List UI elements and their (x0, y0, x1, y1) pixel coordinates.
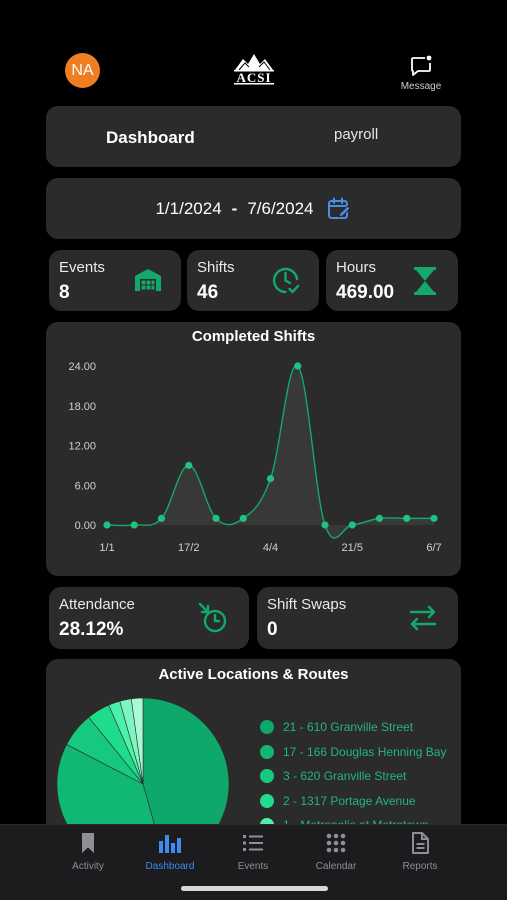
data-point[interactable] (294, 362, 302, 370)
y-tick-label: 24.00 (68, 361, 96, 373)
x-tick-label: 6/7 (426, 542, 441, 554)
stat-shift-swaps-value: 0 (267, 619, 278, 640)
message-label: Message (400, 81, 442, 92)
data-point[interactable] (239, 514, 247, 522)
date-range-picker[interactable]: 1/1/2024 - 7/6/2024 (46, 178, 461, 239)
stat-attendance[interactable]: Attendance 28.12% (49, 587, 249, 649)
tab-dashboard-nav[interactable]: Dashboard (128, 831, 212, 872)
avatar[interactable]: NA (65, 53, 100, 88)
legend-item[interactable]: 17 - 166 Douglas Henning Bay (260, 740, 446, 765)
completed-shifts-chart: Completed Shifts 0.00 6.00 12.00 18.00 24.00… (46, 322, 461, 576)
message-icon (411, 55, 432, 76)
warehouse-icon (135, 269, 161, 291)
stat-hours[interactable]: Hours 469.00 (326, 250, 458, 311)
stat-shift-swaps[interactable]: Shift Swaps 0 (257, 587, 458, 649)
tab-events-label: Events (237, 861, 269, 872)
tab-payroll[interactable]: payroll (334, 126, 378, 143)
tab-events[interactable]: Events (211, 831, 295, 872)
stat-shift-swaps-label: Shift Swaps (267, 596, 347, 613)
stat-hours-label: Hours (336, 259, 377, 276)
tab-activity-label: Activity (72, 861, 104, 872)
y-tick-label: 0.00 (75, 520, 96, 532)
chart-plot: 0.00 6.00 12.00 18.00 24.00 1/1 17/2 4/4 21/5 6/7 (68, 361, 441, 554)
hourglass-icon (414, 267, 436, 295)
series-area (107, 365, 434, 538)
x-tick-label: 17/2 (178, 542, 199, 554)
tab-dashboard[interactable]: Dashboard (106, 128, 195, 148)
swap-arrows-icon (409, 605, 437, 631)
company-logo: ACSI (231, 50, 277, 88)
stat-attendance-label: Attendance (59, 596, 135, 613)
legend-swatch (260, 720, 274, 735)
document-icon (412, 832, 429, 854)
legend-label: 3 - 620 Granville Street (283, 769, 407, 784)
tab-calendar-label: Calendar (315, 861, 357, 872)
stat-shifts[interactable]: Shifts 46 (187, 250, 319, 311)
calendar-edit-icon[interactable] (326, 196, 352, 222)
message-button[interactable]: Message (397, 54, 445, 92)
stat-events-label: Events (59, 259, 105, 276)
locations-legend: 21 - 610 Granville Street 17 - 166 Dougla… (260, 715, 446, 838)
start-date: 1/1/2024 (155, 198, 222, 218)
legend-swatch (260, 769, 274, 784)
data-point[interactable] (185, 461, 193, 469)
tab-activity[interactable]: Activity (46, 831, 130, 872)
stat-shifts-value: 46 (197, 282, 219, 303)
x-tick-label: 4/4 (263, 542, 278, 554)
data-point[interactable] (157, 514, 166, 522)
data-point[interactable] (321, 521, 329, 529)
stat-events[interactable]: Events 8 (49, 250, 181, 311)
data-point[interactable] (430, 514, 438, 522)
tab-calendar[interactable]: Calendar (294, 831, 378, 872)
legend-item[interactable]: 3 - 620 Granville Street (260, 764, 446, 789)
date-separator: - (231, 198, 238, 218)
legend-label: 21 - 610 Granville Street (283, 720, 414, 735)
stat-hours-value: 469.00 (336, 282, 395, 303)
legend-swatch (260, 744, 274, 759)
data-point[interactable] (403, 514, 411, 522)
list-icon (243, 835, 263, 851)
data-point[interactable] (348, 521, 356, 529)
y-tick-label: 12.00 (68, 441, 96, 453)
top-bar: NA ACSI Message (0, 0, 507, 100)
header-tabs: Dashboard payroll (46, 106, 461, 167)
tab-dashboard-label: Dashboard (145, 861, 195, 872)
y-tick-label: 6.00 (75, 480, 96, 492)
y-tick-label: 18.00 (68, 401, 96, 413)
stat-events-value: 8 (59, 282, 70, 303)
legend-item[interactable]: 2 - 1317 Portage Avenue (260, 789, 446, 814)
bookmark-icon (82, 833, 94, 853)
bar-chart-icon (159, 835, 181, 853)
data-point[interactable] (212, 514, 220, 522)
legend-label: 17 - 166 Douglas Henning Bay (283, 744, 447, 759)
data-point[interactable] (375, 514, 384, 522)
stat-shifts-label: Shifts (197, 259, 235, 276)
legend-item[interactable]: 21 - 610 Granville Street (260, 715, 446, 740)
data-point[interactable] (103, 521, 111, 529)
tab-reports[interactable]: Reports (378, 831, 462, 872)
stat-attendance-value: 28.12% (59, 619, 124, 640)
attendance-timer-icon (198, 602, 227, 633)
legend-label: 2 - 1317 Portage Avenue (283, 793, 416, 808)
data-point[interactable] (130, 521, 138, 529)
legend-swatch (260, 793, 274, 808)
logo-text: ACSI (236, 70, 272, 85)
data-point[interactable] (266, 475, 275, 483)
home-indicator (181, 886, 328, 891)
end-date: 7/6/2024 (247, 198, 314, 218)
clock-check-icon (272, 267, 300, 294)
tab-reports-label: Reports (402, 861, 438, 872)
x-tick-label: 21/5 (342, 542, 363, 554)
x-tick-label: 1/1 (99, 542, 114, 554)
grid-dots-icon (326, 833, 346, 853)
